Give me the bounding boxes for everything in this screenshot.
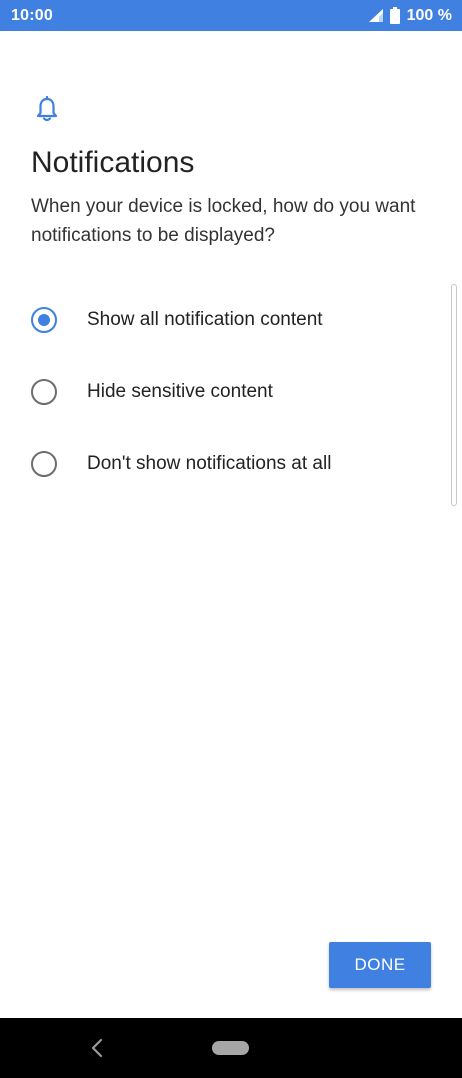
bell-icon [36, 95, 58, 122]
status-bar: 10:00 100 % [0, 0, 462, 31]
option-show-all[interactable]: Show all notification content [0, 284, 462, 356]
navigation-bar [0, 1018, 462, 1078]
option-hide-sensitive[interactable]: Hide sensitive content [0, 356, 462, 428]
radio-button[interactable] [31, 451, 57, 477]
option-label: Hide sensitive content [87, 381, 273, 402]
home-icon[interactable] [212, 1041, 249, 1055]
scrollbar[interactable] [451, 284, 457, 506]
option-label: Show all notification content [87, 309, 323, 330]
status-indicators: 100 % [368, 6, 452, 25]
radio-button-selected[interactable] [31, 307, 57, 333]
option-label: Don't show notifications at all [87, 453, 332, 474]
page-subtitle: When your device is locked, how do you w… [31, 196, 416, 246]
radio-button[interactable] [31, 379, 57, 405]
option-dont-show[interactable]: Don't show notifications at all [0, 428, 462, 500]
battery-icon [389, 7, 400, 24]
done-button[interactable]: DONE [329, 942, 431, 988]
signal-icon [368, 9, 383, 22]
page-title: Notifications [31, 146, 195, 179]
back-icon[interactable] [88, 1037, 106, 1059]
notification-options: Show all notification content Hide sensi… [0, 284, 462, 500]
status-time: 10:00 [11, 6, 53, 24]
battery-percentage: 100 % [406, 6, 452, 24]
